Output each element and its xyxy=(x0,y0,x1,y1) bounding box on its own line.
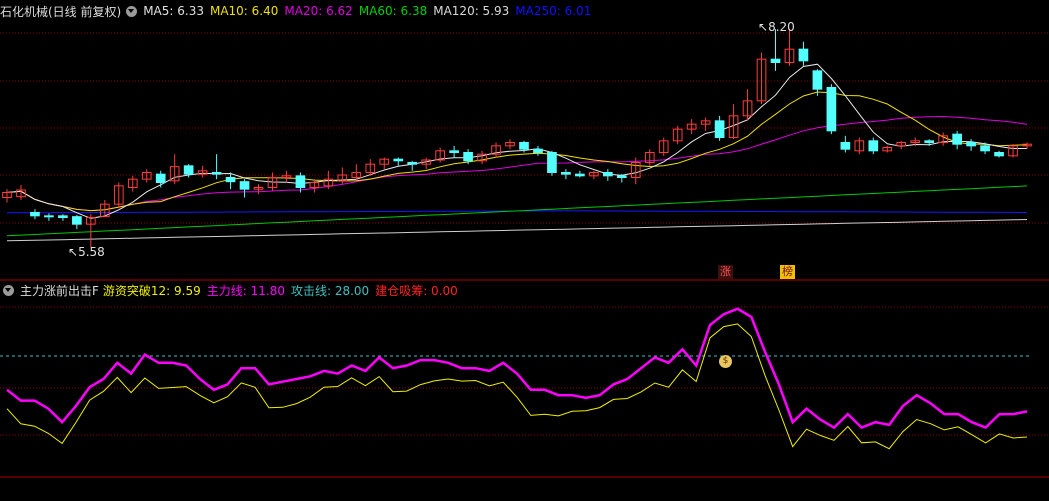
candle-body xyxy=(519,142,529,150)
candle-body xyxy=(407,162,418,165)
badge-bang: 榜 xyxy=(780,265,795,279)
arrow-icon: ↖ xyxy=(758,20,769,34)
youzi-breakout-line xyxy=(6,323,1028,450)
ma20-line xyxy=(6,115,1028,212)
high-price-mark: ↖8.20 xyxy=(758,20,795,34)
candle-body xyxy=(561,172,571,175)
candle-body xyxy=(449,150,459,153)
candle-body xyxy=(966,142,976,147)
candle-body xyxy=(868,140,879,152)
candle-body xyxy=(616,175,627,178)
arrow-icon: ↖ xyxy=(68,245,79,259)
candle-body xyxy=(30,212,40,217)
candle-body xyxy=(72,216,82,225)
candle-body xyxy=(812,70,823,90)
low-price-mark: ↖5.58 xyxy=(68,245,105,259)
money-bag-icon: $ xyxy=(719,355,732,368)
ma60-line xyxy=(6,185,1028,237)
candle-body xyxy=(924,140,935,143)
low-price-value: 5.58 xyxy=(78,245,105,259)
candle-body xyxy=(533,148,543,154)
candle-body xyxy=(547,152,557,173)
candle-body xyxy=(952,133,962,145)
candle-body xyxy=(798,48,809,62)
badge-zhang: 涨 xyxy=(718,265,733,279)
candle-body xyxy=(840,142,851,150)
candle-body xyxy=(44,215,54,218)
candle-body xyxy=(225,177,236,183)
candle-body xyxy=(980,145,990,152)
candle-body xyxy=(714,120,725,139)
candle-body xyxy=(463,152,473,162)
candle-body xyxy=(826,87,837,132)
high-price-value: 8.20 xyxy=(768,20,795,34)
candle-body xyxy=(211,172,222,175)
candle-body xyxy=(239,181,250,190)
candle-body xyxy=(575,173,585,177)
candle-body xyxy=(155,173,166,184)
candle-body xyxy=(770,58,781,64)
candle-body xyxy=(994,152,1004,157)
candle-body xyxy=(58,215,68,218)
candle-body xyxy=(295,175,306,188)
stock-chart[interactable] xyxy=(0,0,1049,501)
badge-bang-label: 榜 xyxy=(782,265,793,278)
main-force-line xyxy=(6,307,1028,430)
candle-body xyxy=(183,165,194,175)
badge-zhang-label: 涨 xyxy=(720,265,731,278)
candle-body xyxy=(602,172,613,177)
candle-body xyxy=(393,158,404,162)
